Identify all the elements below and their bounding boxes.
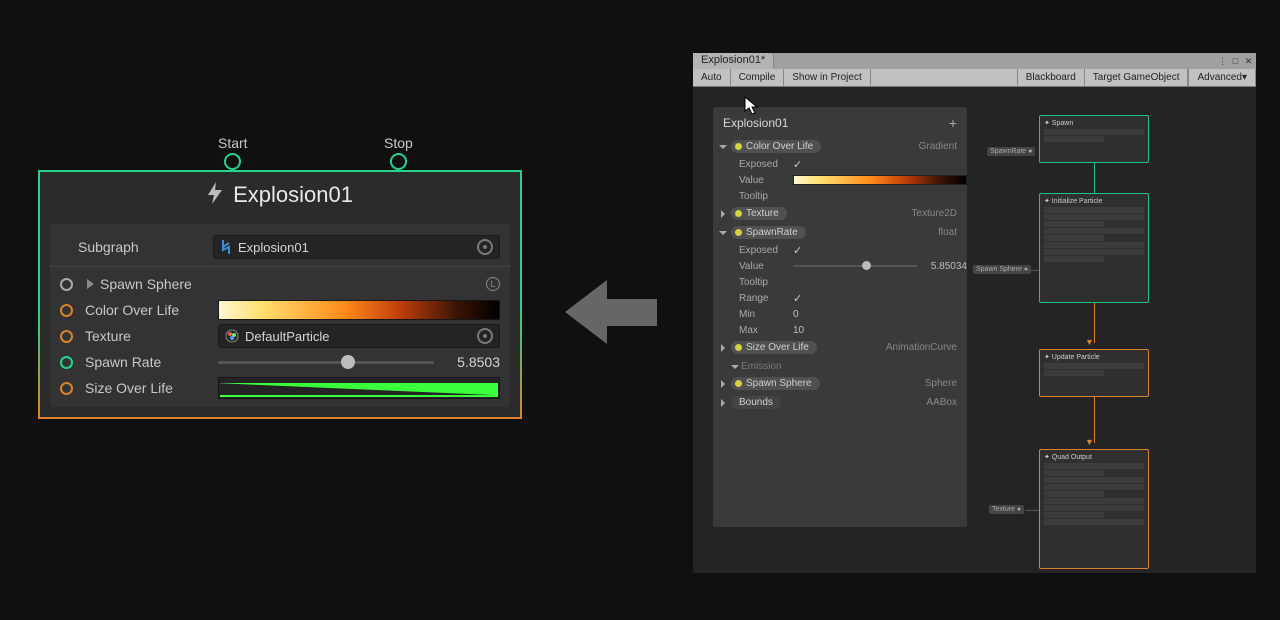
prop-bounds-header[interactable]: Bounds AABox — [713, 393, 967, 412]
curve-field[interactable] — [218, 377, 500, 399]
port-stop[interactable]: Stop — [384, 135, 413, 170]
texture-icon — [225, 329, 239, 343]
object-picker-icon[interactable] — [477, 328, 493, 344]
prop-color-over-life[interactable]: Color Over Life — [60, 297, 500, 323]
port-start[interactable]: Start — [218, 135, 248, 170]
object-picker-icon[interactable] — [477, 239, 493, 255]
chevron-icon — [721, 344, 725, 352]
add-property-button[interactable]: + — [949, 115, 957, 131]
spawn-rate-value[interactable]: 5.8503 — [442, 354, 500, 370]
chip-spawnrate[interactable]: SpawnRate ● — [987, 147, 1035, 156]
subgraph-field[interactable]: Explosion01 — [213, 235, 500, 259]
prop-spawn-sphere-header[interactable]: Spawn Sphere Sphere — [713, 374, 967, 393]
window-controls: ⋮ □ ✕ — [1217, 53, 1256, 69]
gradient-field[interactable] — [793, 175, 967, 185]
prop-size-over-life-header[interactable]: Size Over Life AnimationCurve — [713, 338, 967, 357]
subgraph-value: Explosion01 — [238, 240, 309, 255]
port-start-label: Start — [218, 135, 248, 151]
node-body: Subgraph Explosion01 Spawn Sphere L Colo… — [50, 224, 510, 407]
prop-label: Spawn Rate — [85, 354, 218, 370]
chevron-icon — [721, 380, 725, 388]
port-ring-icon — [224, 153, 241, 170]
prop-size-over-life[interactable]: Size Over Life — [60, 375, 500, 401]
graph-node-spawn[interactable]: ✦ Spawn — [1039, 115, 1149, 163]
prop-label: Texture — [85, 328, 218, 344]
spawnrate-slider[interactable] — [793, 265, 917, 267]
graph-node-output[interactable]: ✦ Quad Output — [1039, 449, 1149, 569]
node-graph[interactable]: SpawnRate ● ✦ Spawn ✦ Initialize Particl… — [967, 87, 1256, 573]
tab-bar: Explosion01* ⋮ □ ✕ — [693, 53, 1256, 69]
node-title: Explosion01 — [40, 172, 520, 224]
subgraph-node[interactable]: Start Stop Explosion01 Subgraph Explosio… — [38, 170, 522, 419]
chip-texture[interactable]: Texture ● — [989, 505, 1024, 514]
subgraph-row: Subgraph Explosion01 — [60, 234, 500, 260]
blackboard-title: Explosion01 — [723, 116, 788, 130]
toolbar: Auto Compile Show in Project Blackboard … — [693, 69, 1256, 87]
show-in-project-button[interactable]: Show in Project — [784, 69, 870, 86]
gradient-field[interactable] — [218, 300, 500, 320]
emission-section[interactable]: Emission — [713, 357, 967, 374]
chevron-icon — [721, 399, 725, 407]
vfx-editor-panel: Explosion01* ⋮ □ ✕ Auto Compile Show in … — [693, 53, 1256, 573]
port-dot-icon — [60, 278, 73, 291]
slider-thumb[interactable] — [341, 355, 355, 369]
graph-node-update[interactable]: ✦ Update Particle — [1039, 349, 1149, 397]
prop-spawn-rate[interactable]: Spawn Rate 5.8503 — [60, 349, 500, 375]
prop-label: Spawn Sphere — [100, 276, 482, 292]
tab-explosion[interactable]: Explosion01* — [693, 53, 774, 69]
blackboard-button[interactable]: Blackboard — [1017, 69, 1084, 86]
close-icon[interactable]: ✕ — [1243, 56, 1254, 67]
port-dot-icon — [60, 382, 73, 395]
port-dot-icon — [60, 356, 73, 369]
target-gameobject-button[interactable]: Target GameObject — [1084, 69, 1189, 86]
texture-value: DefaultParticle — [245, 329, 330, 344]
subgraph-label: Subgraph — [60, 239, 205, 255]
spawn-rate-slider[interactable] — [218, 361, 434, 364]
menu-icon[interactable]: ⋮ — [1217, 56, 1228, 67]
port-stop-label: Stop — [384, 135, 413, 151]
chevron-icon — [719, 145, 727, 149]
arrow-icon — [565, 280, 657, 344]
prop-spawnrate-header[interactable]: SpawnRate float — [713, 223, 967, 242]
bolt-icon — [207, 182, 223, 210]
play-mini-icon — [87, 279, 94, 289]
checkbox-icon[interactable] — [793, 292, 802, 305]
maximize-icon[interactable]: □ — [1230, 56, 1241, 67]
prop-texture-header[interactable]: Texture Texture2D — [713, 204, 967, 223]
blackboard-panel: Explosion01 + Color Over Life Gradient E… — [713, 107, 967, 527]
texture-field[interactable]: DefaultParticle — [218, 324, 500, 348]
auto-button[interactable]: Auto — [693, 69, 731, 86]
prop-texture[interactable]: Texture DefaultParticle — [60, 323, 500, 349]
checkbox-icon[interactable] — [793, 244, 802, 257]
prop-label: Color Over Life — [85, 302, 218, 318]
advanced-button[interactable]: Advanced▾ — [1188, 69, 1256, 86]
asset-icon — [220, 240, 232, 254]
compile-button[interactable]: Compile — [731, 69, 785, 86]
prop-label: Size Over Life — [85, 380, 218, 396]
port-ring-icon — [390, 153, 407, 170]
chevron-icon — [719, 231, 727, 235]
divider — [50, 266, 510, 267]
prop-color-over-life-header[interactable]: Color Over Life Gradient — [713, 137, 967, 156]
prop-spawn-sphere[interactable]: Spawn Sphere L — [60, 271, 500, 297]
port-dot-icon — [60, 330, 73, 343]
local-icon: L — [486, 277, 500, 291]
chevron-icon — [721, 210, 725, 218]
graph-node-init[interactable]: ✦ Initialize Particle — [1039, 193, 1149, 303]
checkbox-icon[interactable] — [793, 158, 802, 171]
port-dot-icon — [60, 304, 73, 317]
